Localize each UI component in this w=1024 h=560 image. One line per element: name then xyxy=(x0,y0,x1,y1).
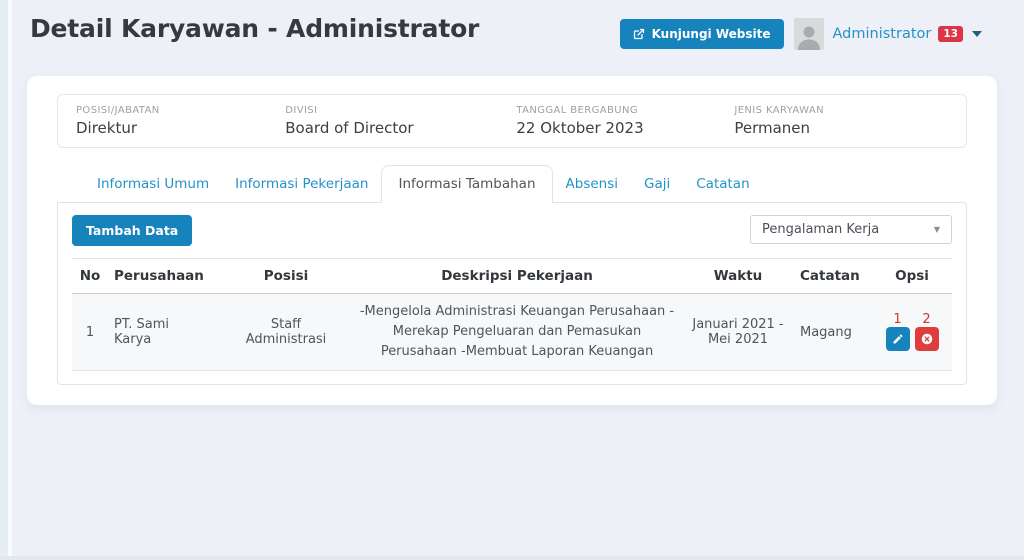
user-icon xyxy=(796,22,822,50)
page: Detail Karyawan - Administrator Kunjungi… xyxy=(0,0,1024,560)
col-header-waktu: Waktu xyxy=(682,259,794,294)
annotation-2: 2 xyxy=(922,313,930,327)
tab-informasi-pekerjaan[interactable]: Informasi Pekerjaan xyxy=(222,165,381,203)
field-value: 22 Oktober 2023 xyxy=(516,119,734,137)
col-header-catatan: Catatan xyxy=(794,259,872,294)
cell-no: 1 xyxy=(72,294,108,371)
caret-down-icon[interactable] xyxy=(972,31,982,37)
header-actions: Kunjungi Website Administrator 13 xyxy=(620,18,982,50)
field-label: DIVISI xyxy=(285,105,516,116)
field-divisi: DIVISI Board of Director xyxy=(285,105,516,137)
edit-button[interactable] xyxy=(886,327,910,351)
pengalaman-kerja-table: No Perusahaan Posisi Deskripsi Pekerjaan… xyxy=(72,258,952,371)
table-toolbar: Tambah Data Pengalaman Kerja ▼ xyxy=(72,215,952,246)
category-select[interactable]: Pengalaman Kerja ▼ xyxy=(750,215,952,244)
edit-action: 1 xyxy=(886,313,910,351)
tambah-data-button[interactable]: Tambah Data xyxy=(72,215,192,246)
field-label: TANGGAL BERGABUNG xyxy=(516,105,734,116)
field-tanggal-bergabung: TANGGAL BERGABUNG 22 Oktober 2023 xyxy=(516,105,734,137)
cell-deskripsi: -Mengelola Administrasi Keuangan Perusah… xyxy=(352,294,682,371)
tab-panel-informasi-tambahan: Tambah Data Pengalaman Kerja ▼ No Perusa… xyxy=(57,202,967,385)
cell-waktu: Januari 2021 - Mei 2021 xyxy=(682,294,794,371)
user-menu-label[interactable]: Administrator xyxy=(833,26,932,42)
col-header-opsi: Opsi xyxy=(872,259,952,294)
external-link-icon xyxy=(633,28,645,40)
delete-action: 2 xyxy=(915,313,939,351)
tab-absensi[interactable]: Absensi xyxy=(553,165,631,203)
table-row: 1 PT. Sami Karya Staff Administrasi -Men… xyxy=(72,294,952,371)
sidebar-edge xyxy=(0,0,8,560)
field-value: Board of Director xyxy=(285,119,516,137)
select-caret-icon: ▼ xyxy=(934,225,940,234)
col-header-no: No xyxy=(72,259,108,294)
cell-perusahaan: PT. Sami Karya xyxy=(108,294,220,371)
annotation-1: 1 xyxy=(893,313,901,327)
employee-detail-card: POSISI/JABATAN Direktur DIVISI Board of … xyxy=(27,76,997,405)
field-value: Permanen xyxy=(734,119,948,137)
field-value: Direktur xyxy=(76,119,285,137)
category-select-value: Pengalaman Kerja xyxy=(762,222,879,237)
tab-informasi-umum[interactable]: Informasi Umum xyxy=(84,165,222,203)
tab-gaji[interactable]: Gaji xyxy=(631,165,683,203)
window-bottom-edge xyxy=(0,556,1024,560)
cell-opsi: 1 xyxy=(872,294,952,371)
page-title: Detail Karyawan - Administrator xyxy=(30,14,479,43)
tab-catatan[interactable]: Catatan xyxy=(683,165,762,203)
table-header-row: No Perusahaan Posisi Deskripsi Pekerjaan… xyxy=(72,259,952,294)
cell-catatan: Magang xyxy=(794,294,872,371)
detail-tabs: Informasi Umum Informasi Pekerjaan Infor… xyxy=(84,165,763,203)
field-label: POSISI/JABATAN xyxy=(76,105,285,116)
delete-button[interactable] xyxy=(915,327,939,351)
circle-x-icon xyxy=(920,332,934,346)
visit-website-label: Kunjungi Website xyxy=(652,27,771,41)
field-jenis-karyawan: JENIS KARYAWAN Permanen xyxy=(734,105,948,137)
pencil-icon xyxy=(892,333,904,345)
field-posisi-jabatan: POSISI/JABATAN Direktur xyxy=(76,105,285,137)
col-header-posisi: Posisi xyxy=(220,259,352,294)
cell-posisi: Staff Administrasi xyxy=(220,294,352,371)
notification-badge: 13 xyxy=(938,26,963,43)
sidebar-divider xyxy=(8,0,12,560)
col-header-deskripsi: Deskripsi Pekerjaan xyxy=(352,259,682,294)
employee-summary: POSISI/JABATAN Direktur DIVISI Board of … xyxy=(57,94,967,148)
field-label: JENIS KARYAWAN xyxy=(734,105,948,116)
col-header-perusahaan: Perusahaan xyxy=(108,259,220,294)
avatar[interactable] xyxy=(794,18,824,50)
visit-website-button[interactable]: Kunjungi Website xyxy=(620,19,784,49)
tab-informasi-tambahan[interactable]: Informasi Tambahan xyxy=(381,165,552,203)
